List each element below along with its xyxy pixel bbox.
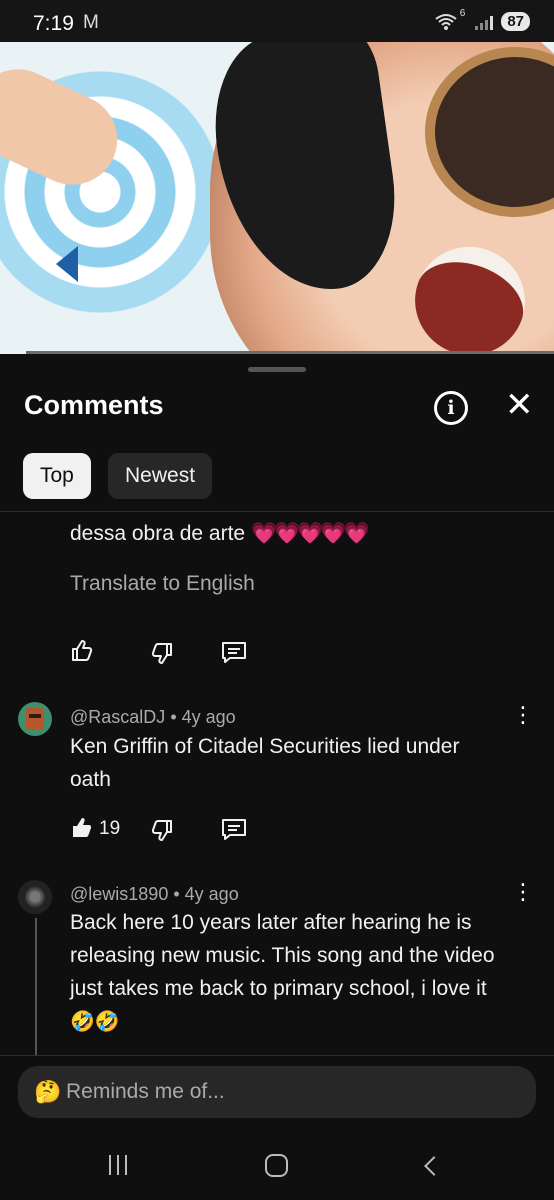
chip-newest[interactable]: Newest bbox=[108, 453, 213, 499]
video-frame-hand bbox=[0, 54, 132, 200]
comments-sheet: Comments i ✕ Top Newest dessa obra de ar… bbox=[0, 354, 554, 1131]
comments-list[interactable]: dessa obra de arte 💗💗💗💗💗 Translate to En… bbox=[0, 512, 554, 1055]
reply-icon[interactable] bbox=[221, 640, 247, 664]
back-icon[interactable] bbox=[424, 1156, 444, 1176]
comment-input-placeholder: Reminds me of... bbox=[66, 1080, 225, 1103]
comment-meta: @lewis1890 • 4y ago bbox=[70, 884, 239, 904]
thumbs-up-icon[interactable] bbox=[70, 639, 94, 663]
thumbs-up-icon[interactable] bbox=[70, 816, 94, 840]
comment-author[interactable]: @RascalDJ bbox=[70, 707, 165, 727]
avatar[interactable] bbox=[18, 880, 52, 914]
laughing-emojis: 🤣🤣 bbox=[70, 1011, 120, 1033]
more-vert-icon[interactable]: ⋮ bbox=[512, 881, 534, 903]
comment-text: Ken Griffin of Citadel Securities lied u… bbox=[70, 735, 460, 791]
more-vert-icon[interactable]: ⋮ bbox=[512, 704, 534, 726]
status-bar: 7:19 M 6 87 bbox=[0, 0, 554, 42]
comment-input[interactable]: 🤔 Reminds me of... bbox=[18, 1066, 536, 1118]
home-icon[interactable] bbox=[265, 1154, 288, 1177]
network-type: 6 bbox=[459, 8, 466, 19]
heart-emojis: 💗💗💗💗💗 bbox=[250, 522, 370, 545]
battery-indicator: 87 bbox=[501, 12, 530, 31]
signal-icon bbox=[475, 14, 495, 30]
status-indicators: 6 87 bbox=[434, 8, 530, 31]
close-icon[interactable]: ✕ bbox=[505, 388, 534, 422]
thumbs-down-icon[interactable] bbox=[150, 818, 174, 842]
divider bbox=[0, 1055, 554, 1056]
wifi-icon bbox=[435, 13, 457, 30]
drag-handle[interactable] bbox=[248, 367, 306, 372]
comment-age: 4y ago bbox=[181, 707, 236, 727]
thinking-emoji: 🤔 bbox=[34, 1079, 62, 1104]
gmail-notification-icon: M bbox=[83, 12, 99, 33]
comment-text: Back here 10 years later after hearing h… bbox=[70, 906, 515, 1039]
avatar[interactable] bbox=[18, 702, 52, 736]
recent-apps-icon[interactable] bbox=[109, 1155, 133, 1175]
status-time: 7:19 bbox=[33, 12, 74, 35]
like-count: 19 bbox=[99, 818, 121, 839]
chip-top[interactable]: Top bbox=[23, 453, 91, 499]
comment-meta: @RascalDJ • 4y ago bbox=[70, 707, 236, 727]
reply-icon[interactable] bbox=[221, 817, 247, 841]
sheet-title: Comments bbox=[24, 390, 164, 420]
thread-line bbox=[35, 918, 37, 1055]
video-frame-arrow bbox=[56, 246, 78, 282]
translate-link[interactable]: Translate to English bbox=[70, 572, 255, 596]
video-player[interactable] bbox=[0, 42, 554, 354]
comment-text-content: dessa obra de arte bbox=[70, 522, 246, 545]
thumbs-down-icon[interactable] bbox=[150, 641, 174, 665]
system-nav-bar bbox=[0, 1131, 554, 1200]
comment-age: 4y ago bbox=[184, 884, 239, 904]
info-icon[interactable]: i bbox=[434, 391, 468, 425]
comment-author[interactable]: @lewis1890 bbox=[70, 884, 168, 904]
comment-text-content: Back here 10 years later after hearing h… bbox=[70, 911, 495, 1000]
comment-text: dessa obra de arte 💗💗💗💗💗 bbox=[70, 517, 370, 550]
